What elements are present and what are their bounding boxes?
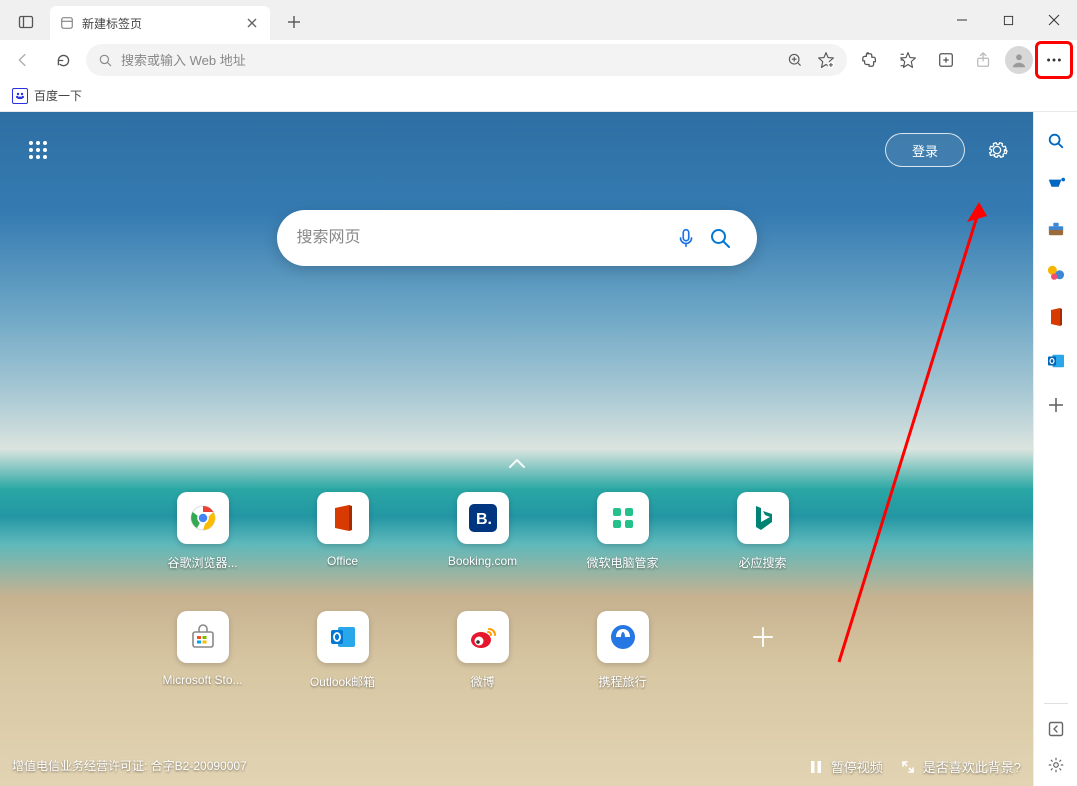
back-button[interactable] bbox=[6, 43, 40, 77]
window-minimize-button[interactable] bbox=[939, 0, 985, 40]
quick-link-label: 携程旅行 bbox=[598, 673, 646, 690]
quick-link-label: 谷歌浏览器... bbox=[167, 554, 237, 571]
sidebar-office-button[interactable] bbox=[1045, 306, 1067, 328]
gear-icon bbox=[986, 139, 1008, 161]
tab-favicon-icon bbox=[60, 16, 74, 30]
favorites-bar: 百度一下 bbox=[0, 80, 1077, 112]
sidebar-tools-button[interactable] bbox=[1045, 218, 1067, 240]
quick-link-tile[interactable]: Office bbox=[307, 492, 379, 571]
browser-tab[interactable]: 新建标签页 bbox=[50, 6, 270, 40]
pause-icon bbox=[809, 760, 823, 774]
favorite-link-label: 百度一下 bbox=[34, 87, 82, 104]
sidebar-collapse-button[interactable] bbox=[1045, 718, 1067, 740]
sidebar-games-button[interactable] bbox=[1045, 262, 1067, 284]
share-button[interactable] bbox=[967, 43, 1001, 77]
like-background-button[interactable]: 是否喜欢此背景? bbox=[901, 757, 1021, 776]
voice-search-button[interactable] bbox=[669, 221, 703, 255]
chevron-up-icon bbox=[505, 452, 529, 476]
weibo-icon bbox=[457, 611, 509, 663]
profile-avatar-button[interactable] bbox=[1005, 46, 1033, 74]
tab-title: 新建标签页 bbox=[82, 15, 142, 32]
ntp-search-box[interactable] bbox=[277, 210, 757, 266]
sidebar-divider bbox=[1044, 703, 1068, 704]
office-icon bbox=[317, 492, 369, 544]
address-bar[interactable] bbox=[86, 44, 847, 76]
ctrip-icon bbox=[597, 611, 649, 663]
quick-link-label: 必应搜索 bbox=[738, 554, 786, 571]
new-tab-button[interactable] bbox=[278, 6, 310, 38]
pause-video-button[interactable]: 暂停视频 bbox=[809, 757, 883, 776]
extensions-button[interactable] bbox=[853, 43, 887, 77]
browser-toolbar bbox=[0, 40, 1077, 80]
page-settings-button[interactable] bbox=[979, 132, 1015, 168]
ntp-search-input[interactable] bbox=[297, 229, 669, 247]
bing-icon bbox=[737, 492, 789, 544]
window-titlebar: 新建标签页 bbox=[0, 0, 1077, 40]
refresh-button[interactable] bbox=[46, 43, 80, 77]
tab-actions-button[interactable] bbox=[10, 6, 42, 38]
window-controls bbox=[939, 0, 1077, 40]
add-quick-link-button[interactable] bbox=[727, 611, 799, 690]
quick-link-tile[interactable]: Outlook邮箱 bbox=[307, 611, 379, 690]
chrome-icon bbox=[177, 492, 229, 544]
pcmanager-icon bbox=[597, 492, 649, 544]
tab-close-button[interactable] bbox=[244, 15, 260, 31]
pause-video-label: 暂停视频 bbox=[831, 757, 883, 776]
settings-and-more-button[interactable] bbox=[1037, 43, 1071, 77]
zoom-indicator-icon[interactable] bbox=[787, 52, 803, 68]
expand-feed-button[interactable] bbox=[505, 452, 529, 481]
quick-link-label: Office bbox=[327, 554, 358, 568]
quick-link-tile[interactable]: 携程旅行 bbox=[587, 611, 659, 690]
outlook-icon bbox=[317, 611, 369, 663]
app-launcher-button[interactable] bbox=[18, 130, 58, 170]
quick-links-grid: 谷歌浏览器... Office B. Booking.com 微软电脑管家 必应搜索 Mi… bbox=[167, 492, 867, 730]
more-horizontal-icon bbox=[1045, 51, 1063, 69]
quick-link-label: 微软电脑管家 bbox=[587, 554, 659, 571]
quick-link-label: Microsoft Sto... bbox=[162, 673, 242, 687]
expand-icon bbox=[901, 760, 915, 774]
edge-sidebar bbox=[1033, 112, 1077, 786]
search-icon bbox=[708, 226, 732, 250]
add-favorite-icon[interactable] bbox=[817, 51, 835, 69]
quick-link-label: Outlook邮箱 bbox=[310, 673, 375, 690]
booking-icon: B. bbox=[457, 492, 509, 544]
sidebar-settings-button[interactable] bbox=[1045, 754, 1067, 776]
svg-text:B.: B. bbox=[476, 511, 492, 528]
sidebar-search-button[interactable] bbox=[1045, 130, 1067, 152]
quick-link-label: 微博 bbox=[470, 673, 494, 690]
sidebar-add-button[interactable] bbox=[1045, 394, 1067, 416]
window-maximize-button[interactable] bbox=[985, 0, 1031, 40]
quick-link-tile[interactable]: Microsoft Sto... bbox=[167, 611, 239, 690]
quick-link-tile[interactable]: 谷歌浏览器... bbox=[167, 492, 239, 571]
quick-link-label: Booking.com bbox=[448, 554, 517, 568]
search-icon bbox=[98, 53, 113, 68]
login-button-label: 登录 bbox=[912, 141, 938, 160]
address-input[interactable] bbox=[121, 53, 779, 68]
sidebar-outlook-button[interactable] bbox=[1045, 350, 1067, 372]
window-close-button[interactable] bbox=[1031, 0, 1077, 40]
like-background-label: 是否喜欢此背景? bbox=[923, 757, 1021, 776]
license-text: 增值电信业务经营许可证: 合字B2-20090007 bbox=[12, 757, 247, 774]
msstore-icon bbox=[177, 611, 229, 663]
quick-link-tile[interactable]: 必应搜索 bbox=[727, 492, 799, 571]
favorite-link-baidu[interactable]: 百度一下 bbox=[12, 87, 82, 104]
sidebar-shopping-button[interactable] bbox=[1045, 174, 1067, 196]
quick-link-tile[interactable]: B. Booking.com bbox=[447, 492, 519, 571]
plus-icon bbox=[737, 611, 789, 663]
login-button[interactable]: 登录 bbox=[885, 133, 965, 167]
quick-link-tile[interactable]: 微博 bbox=[447, 611, 519, 690]
favorites-button[interactable] bbox=[891, 43, 925, 77]
microphone-icon bbox=[675, 227, 697, 249]
collections-button[interactable] bbox=[929, 43, 963, 77]
baidu-favicon-icon bbox=[12, 88, 28, 104]
quick-link-tile[interactable]: 微软电脑管家 bbox=[587, 492, 659, 571]
new-tab-page: 登录 谷歌浏览器... Office B. Booking.com 微软电脑管家 必应搜索 bbox=[0, 112, 1033, 786]
search-submit-button[interactable] bbox=[703, 221, 737, 255]
